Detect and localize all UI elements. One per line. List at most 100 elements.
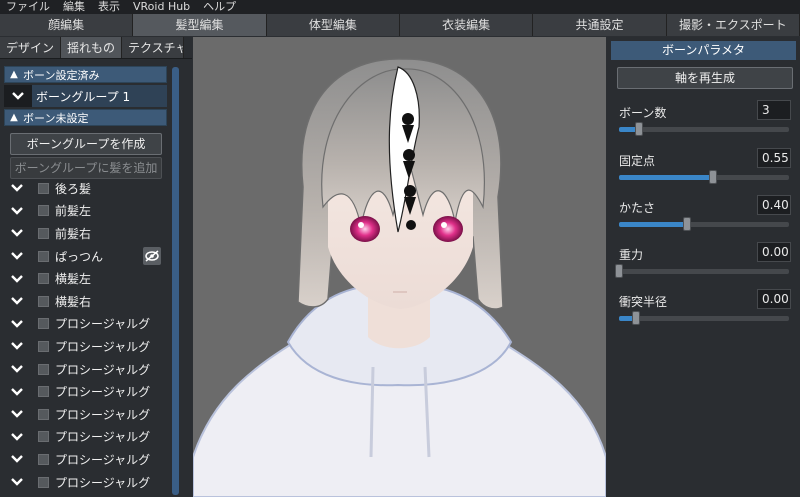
regenerate-axis-button[interactable]: 軸を再生成 bbox=[617, 67, 793, 89]
param-value-field[interactable]: 0.00 bbox=[757, 289, 791, 309]
chevron-down-icon[interactable] bbox=[8, 409, 26, 419]
3d-viewport[interactable] bbox=[193, 37, 606, 497]
hair-item-label: プロシージャルグ bbox=[55, 407, 151, 422]
sub-tabs: デザイン 揺れもの テクスチャ bbox=[0, 37, 192, 59]
section-unconfigured-label: ボーン未設定 bbox=[23, 111, 89, 125]
hair-checkbox[interactable] bbox=[38, 408, 49, 420]
add-hair-to-group-button[interactable]: ボーングループに髪を追加 bbox=[10, 157, 162, 179]
chevron-down-icon[interactable] bbox=[8, 341, 26, 351]
hair-checkbox[interactable] bbox=[38, 386, 49, 398]
menu-file[interactable]: ファイル bbox=[6, 0, 50, 14]
chevron-down-icon[interactable] bbox=[4, 85, 32, 107]
chevron-down-icon[interactable] bbox=[8, 228, 26, 238]
param-slider-fill bbox=[619, 175, 713, 180]
menu-edit[interactable]: 編集 bbox=[63, 0, 85, 14]
param-slider[interactable] bbox=[619, 311, 789, 325]
hair-item-label: プロシージャルグ bbox=[55, 430, 151, 445]
hair-list-item[interactable]: 横髪右 bbox=[8, 290, 164, 313]
hair-list-item[interactable]: 後ろ髪 bbox=[8, 177, 164, 200]
hair-list-item[interactable]: 横髪左 bbox=[8, 267, 164, 290]
hair-checkbox[interactable] bbox=[38, 340, 49, 352]
param-label: 重力 bbox=[619, 248, 644, 262]
chevron-down-icon[interactable] bbox=[8, 364, 26, 374]
hair-item-label: プロシージャルグ bbox=[55, 362, 151, 377]
menu-view[interactable]: 表示 bbox=[98, 0, 120, 14]
tab-body[interactable]: 体型編集 bbox=[266, 14, 400, 36]
section-unconfigured[interactable]: ▲ ボーン未設定 bbox=[4, 109, 167, 126]
param-value-field[interactable]: 0.55 bbox=[757, 148, 791, 168]
subtab-design[interactable]: デザイン bbox=[0, 37, 62, 58]
chevron-down-icon[interactable] bbox=[8, 387, 26, 397]
chevron-down-icon[interactable] bbox=[8, 477, 26, 487]
hair-item-label: プロシージャルグ bbox=[55, 452, 151, 467]
menu-help[interactable]: ヘルプ bbox=[203, 0, 236, 14]
hair-item-label: プロシージャルグ bbox=[55, 475, 151, 490]
hair-list-item[interactable]: プロシージャルグ bbox=[8, 403, 164, 426]
param-slider-handle[interactable] bbox=[615, 264, 623, 278]
hair-list-item[interactable]: プロシージャルグ bbox=[8, 335, 164, 358]
tab-face[interactable]: 顔編集 bbox=[0, 14, 134, 36]
tab-outfit[interactable]: 衣装編集 bbox=[399, 14, 534, 36]
hair-checkbox[interactable] bbox=[38, 227, 49, 239]
character-render bbox=[193, 58, 606, 497]
hair-checkbox[interactable] bbox=[38, 250, 49, 262]
hair-checkbox[interactable] bbox=[38, 273, 49, 285]
hair-list-item[interactable]: プロシージャルグ bbox=[8, 426, 164, 449]
tab-common[interactable]: 共通設定 bbox=[533, 14, 667, 36]
hair-list-item[interactable]: プロシージャルグ bbox=[8, 358, 164, 381]
menu-vroid-hub[interactable]: VRoid Hub bbox=[133, 0, 190, 14]
hair-checkbox[interactable] bbox=[38, 318, 49, 330]
hair-list-item[interactable]: プロシージャルグ bbox=[8, 380, 164, 403]
hair-list-item[interactable]: ぱっつん bbox=[8, 245, 164, 268]
param-slider-handle[interactable] bbox=[635, 122, 644, 136]
chevron-down-icon[interactable] bbox=[8, 274, 26, 284]
param-label: かたさ bbox=[619, 201, 656, 215]
hair-checkbox[interactable] bbox=[38, 453, 49, 465]
param-slider-handle[interactable] bbox=[632, 311, 640, 325]
param-value-field[interactable]: 0.40 bbox=[757, 195, 791, 215]
param-slider[interactable] bbox=[615, 264, 789, 278]
hair-checkbox[interactable] bbox=[38, 182, 49, 194]
hair-list-item[interactable]: プロシージャルグ bbox=[8, 313, 164, 336]
hair-checkbox[interactable] bbox=[38, 476, 49, 488]
tab-hair[interactable]: 髪型編集 bbox=[133, 14, 267, 36]
bone-group-label: ボーングループ 1 bbox=[36, 89, 131, 104]
bone-group-row[interactable]: ボーングループ 1 bbox=[4, 85, 167, 107]
chevron-down-icon[interactable] bbox=[8, 296, 26, 306]
eye-off-icon[interactable] bbox=[143, 246, 161, 265]
left-scrollbar[interactable] bbox=[172, 67, 179, 495]
param-value-field[interactable]: 3 bbox=[757, 100, 791, 120]
subtab-sway[interactable]: 揺れもの bbox=[61, 37, 123, 58]
param-slider-handle[interactable] bbox=[708, 170, 717, 184]
hair-list-item[interactable]: 前髪左 bbox=[8, 200, 164, 223]
chevron-down-icon[interactable] bbox=[8, 432, 26, 442]
chevron-down-icon[interactable] bbox=[8, 206, 26, 216]
section-configured[interactable]: ▲ ボーン設定済み bbox=[4, 66, 167, 83]
subtab-texture[interactable]: テクスチャ bbox=[122, 37, 185, 58]
param-row: ボーン数 3 bbox=[617, 100, 795, 140]
param-slider-handle[interactable] bbox=[683, 217, 691, 231]
hair-checkbox[interactable] bbox=[38, 295, 49, 307]
hair-checkbox[interactable] bbox=[38, 205, 49, 217]
hair-list-item[interactable]: 前髪右 bbox=[8, 222, 164, 245]
param-slider[interactable] bbox=[619, 122, 789, 136]
tab-photo-export[interactable]: 撮影・エクスポート bbox=[666, 14, 800, 36]
hair-item-label: 前髪左 bbox=[55, 204, 92, 219]
hair-list-item[interactable]: プロシージャルグ bbox=[8, 471, 164, 494]
chevron-down-icon[interactable] bbox=[8, 251, 26, 261]
create-bone-group-button[interactable]: ボーングループを作成 bbox=[10, 133, 162, 155]
right-panel: ボーンパラメタ 軸を再生成 ボーン数 3 固定点 0.55 かたさ 0.40 重力 0.00 衝… bbox=[607, 37, 800, 497]
chevron-down-icon[interactable] bbox=[8, 183, 26, 193]
param-row: 固定点 0.55 bbox=[617, 148, 795, 188]
left-scrollbar-thumb[interactable] bbox=[172, 67, 179, 495]
chevron-down-icon[interactable] bbox=[8, 319, 26, 329]
hair-checkbox[interactable] bbox=[38, 363, 49, 375]
hair-list-item[interactable]: プロシージャルグ bbox=[8, 448, 164, 471]
param-value-field[interactable]: 0.00 bbox=[757, 242, 791, 262]
param-slider[interactable] bbox=[619, 217, 789, 231]
hair-item-label: 前髪右 bbox=[55, 226, 92, 241]
param-slider[interactable] bbox=[619, 170, 789, 184]
chevron-down-icon[interactable] bbox=[8, 454, 26, 464]
hair-checkbox[interactable] bbox=[38, 431, 49, 443]
hair-item-label: プロシージャルグ bbox=[55, 385, 151, 400]
